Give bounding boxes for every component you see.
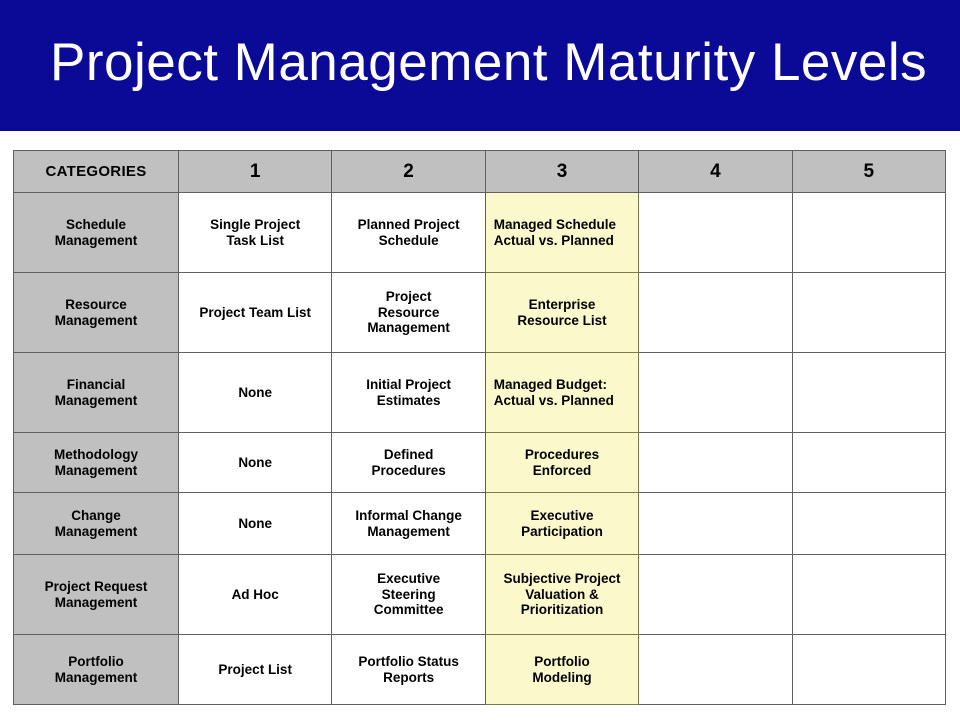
category-cell: Change Management — [13, 492, 179, 555]
level-5-cell — [791, 492, 946, 555]
level-3-cell: Enterprise Resource List — [484, 272, 640, 353]
level-5-cell — [791, 634, 946, 705]
level-3-cell: Procedures Enforced — [484, 432, 640, 493]
level-3-cell: Portfolio Modeling — [484, 634, 640, 705]
level-1-cell: Project Team List — [177, 272, 333, 353]
title-banner: Project Management Maturity Levels — [0, 0, 960, 131]
category-cell: Resource Management — [13, 272, 179, 353]
level-4-cell — [638, 554, 793, 635]
table-row: Project Request Management Ad Hoc Executive… — [13, 554, 946, 635]
maturity-table-container: CATEGORIES 1 2 3 4 5 Schedule Management S… — [13, 150, 946, 705]
level-2-cell: Project Resource Management — [331, 272, 486, 353]
column-header-level-5: 5 — [791, 150, 946, 193]
level-3-cell: Executive Participation — [484, 492, 640, 555]
level-2-cell: Informal Change Management — [331, 492, 486, 555]
level-1-cell: Single Project Task List — [177, 192, 333, 273]
level-2-cell: Defined Procedures — [331, 432, 486, 493]
column-header-level-3: 3 — [484, 150, 640, 193]
maturity-levels-table: CATEGORIES 1 2 3 4 5 Schedule Management S… — [13, 150, 946, 705]
level-2-cell: Portfolio Status Reports — [331, 634, 486, 705]
column-header-level-1: 1 — [177, 150, 333, 193]
category-cell: Methodology Management — [13, 432, 179, 493]
level-4-cell — [638, 352, 793, 433]
category-cell: Project Request Management — [13, 554, 179, 635]
level-1-cell: Ad Hoc — [177, 554, 333, 635]
level-3-cell: Managed Schedule Actual vs. Planned — [484, 192, 640, 273]
column-header-categories: CATEGORIES — [13, 150, 179, 193]
category-cell: Financial Management — [13, 352, 179, 433]
column-header-level-2: 2 — [331, 150, 486, 193]
column-header-level-4: 4 — [638, 150, 793, 193]
level-4-cell — [638, 192, 793, 273]
page-title: Project Management Maturity Levels — [50, 33, 928, 92]
category-cell: Portfolio Management — [13, 634, 179, 705]
level-2-cell: Executive Steering Committee — [331, 554, 486, 635]
level-1-cell: None — [177, 352, 333, 433]
level-4-cell — [638, 492, 793, 555]
level-5-cell — [791, 432, 946, 493]
maturity-table-body: Schedule Management Single Project Task Lis… — [13, 192, 946, 705]
level-4-cell — [638, 432, 793, 493]
category-cell: Schedule Management — [13, 192, 179, 273]
level-1-cell: None — [177, 432, 333, 493]
level-5-cell — [791, 554, 946, 635]
table-header-row: CATEGORIES 1 2 3 4 5 — [13, 150, 946, 193]
level-1-cell: Project List — [177, 634, 333, 705]
level-4-cell — [638, 272, 793, 353]
level-5-cell — [791, 192, 946, 273]
level-5-cell — [791, 272, 946, 353]
level-3-cell: Subjective Project Valuation & Prioritizat… — [484, 554, 640, 635]
table-row: Schedule Management Single Project Task Lis… — [13, 192, 946, 273]
level-4-cell — [638, 634, 793, 705]
table-row: Resource Management Project Team List Proje… — [13, 272, 946, 353]
table-row: Methodology Management None Defined Procedur… — [13, 432, 946, 493]
level-2-cell: Planned Project Schedule — [331, 192, 486, 273]
level-3-cell: Managed Budget: Actual vs. Planned — [484, 352, 640, 433]
table-row: Change Management None Informal Change Manag… — [13, 492, 946, 555]
level-5-cell — [791, 352, 946, 433]
table-row: Portfolio Management Project List Portfolio… — [13, 634, 946, 705]
level-1-cell: None — [177, 492, 333, 555]
table-row: Financial Management None Initial Project Es… — [13, 352, 946, 433]
level-2-cell: Initial Project Estimates — [331, 352, 486, 433]
